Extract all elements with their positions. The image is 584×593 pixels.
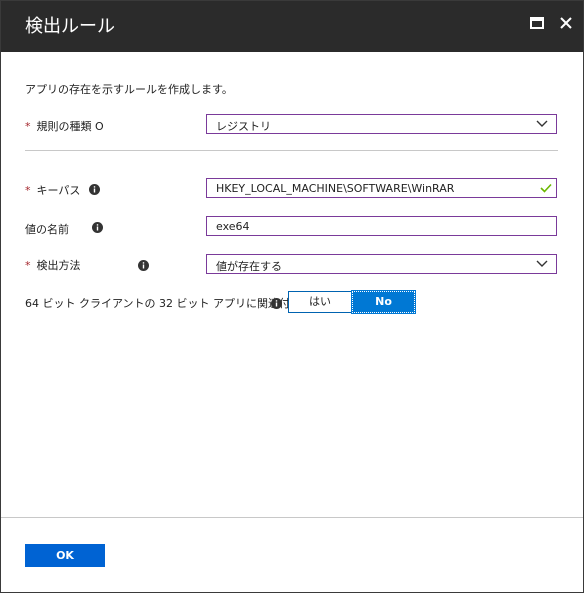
required-mark: * (25, 120, 31, 133)
checkmark-icon (540, 183, 552, 193)
info-icon[interactable] (138, 260, 149, 271)
rule-type-label: * 規則の種類 O (25, 118, 104, 134)
required-mark: * (25, 184, 31, 197)
footer-divider (1, 517, 583, 518)
detection-method-label: * 検出方法 (25, 257, 81, 273)
title-bar: 検出ルール (1, 1, 583, 52)
toggle-no-button[interactable]: No (351, 290, 416, 314)
toggle-yes-button[interactable]: はい (288, 291, 352, 313)
detection-method-select[interactable]: 値が存在する (206, 254, 557, 274)
detection-method-value: 値が存在する (216, 260, 282, 273)
value-name-value: exe64 (216, 220, 250, 233)
detection-rule-dialog: 検出ルール アプリの存在を示すルールを作成します。 * 規則の種類 O レジストリ… (0, 0, 584, 593)
associated-32bit-toggle[interactable]: はい No (288, 290, 416, 314)
key-path-label-text: キーパス (36, 184, 81, 197)
rule-type-label-text: 規則の種類 (36, 120, 92, 133)
section-divider (25, 150, 558, 151)
rule-type-label-suffix: O (95, 120, 104, 133)
info-icon[interactable] (271, 298, 282, 309)
value-name-label: 値の名前 (25, 223, 69, 236)
key-path-label: * キーパス (25, 182, 80, 198)
key-path-value: HKEY_LOCAL_MACHINE\SOFTWARE\WinRAR (216, 182, 455, 195)
dialog-title: 検出ルール (25, 16, 115, 37)
rule-type-value: レジストリ (216, 120, 271, 133)
maximize-icon[interactable] (530, 17, 544, 29)
chevron-down-icon (536, 260, 548, 267)
ok-button[interactable]: OK (25, 544, 105, 567)
value-name-input[interactable]: exe64 (206, 216, 557, 236)
chevron-down-icon (536, 120, 548, 127)
required-mark: * (25, 259, 31, 272)
key-path-input[interactable]: HKEY_LOCAL_MACHINE\SOFTWARE\WinRAR (206, 178, 557, 198)
close-icon[interactable] (559, 16, 573, 30)
info-icon[interactable] (89, 184, 100, 195)
info-icon[interactable] (92, 222, 103, 233)
rule-type-select[interactable]: レジストリ (206, 114, 557, 134)
dialog-description: アプリの存在を示すルールを作成します。 (25, 83, 233, 96)
detection-method-label-text: 検出方法 (36, 259, 81, 272)
